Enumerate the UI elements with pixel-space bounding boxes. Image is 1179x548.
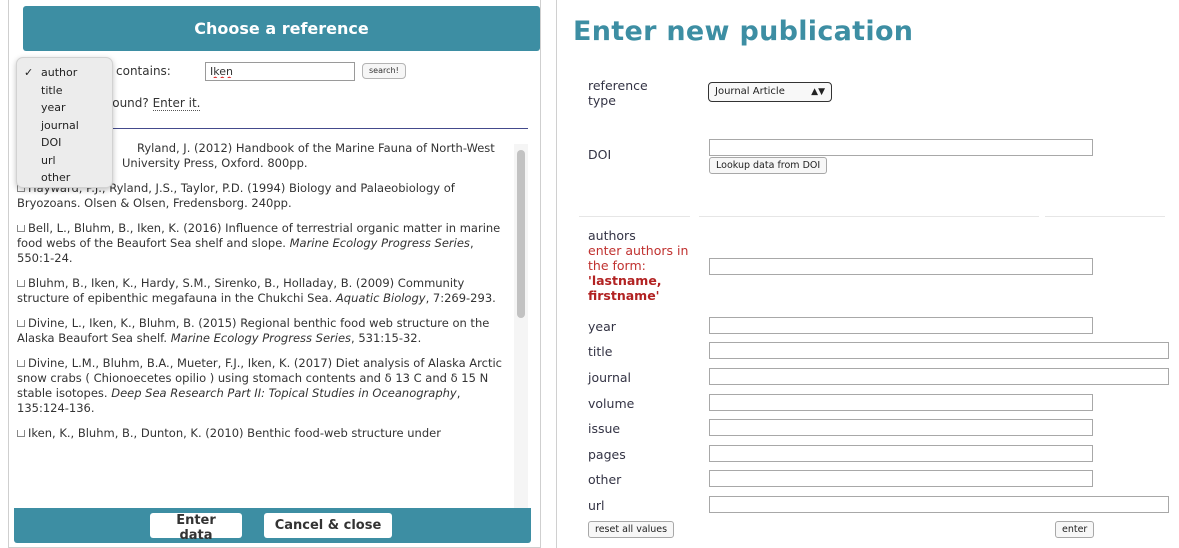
list-item[interactable]: Bell, L., Bluhm, B., Iken, K. (2016) Inf… <box>17 221 514 266</box>
checkbox[interactable] <box>17 320 25 327</box>
check-icon: ✓ <box>24 66 34 79</box>
reference-text: , 531:15-32. <box>351 331 422 345</box>
year-label: year <box>588 319 616 334</box>
doi-label: DOI <box>588 147 612 162</box>
contains-label: contains: <box>116 64 171 78</box>
scrollbar[interactable] <box>514 144 528 508</box>
enter-it-link[interactable]: Enter it. <box>152 96 201 111</box>
reference-text: University Press, Oxford. 800pp. <box>122 156 308 170</box>
not-found-text: found? Enter it. <box>108 96 201 111</box>
journal-label: journal <box>588 370 632 385</box>
issue-label: issue <box>588 421 621 436</box>
search-input[interactable] <box>205 62 355 81</box>
dropdown-option-year[interactable]: year <box>17 99 112 117</box>
reference-journal: Marine Ecology Progress Series <box>289 236 470 250</box>
dropdown-option-journal[interactable]: journal <box>17 117 112 135</box>
other-field[interactable] <box>709 470 1093 487</box>
reference-journal: Marine Ecology Progress Series <box>170 331 352 345</box>
footer-bar: Enter data Cancel & close <box>14 508 531 543</box>
reset-all-values-button[interactable]: reset all values <box>588 521 675 538</box>
divider <box>1045 216 1165 217</box>
search-button[interactable]: search! <box>362 63 406 79</box>
divider <box>699 216 1039 217</box>
pages-label: pages <box>588 447 626 462</box>
divider <box>579 216 690 217</box>
title-field[interactable] <box>709 342 1169 359</box>
list-item[interactable]: Divine, L., Iken, K., Bluhm, B. (2015) R… <box>17 316 514 346</box>
doi-field[interactable] <box>709 139 1093 156</box>
authors-label: authors enter authors in the form: 'last… <box>588 228 698 303</box>
page-title: Enter new publication <box>573 16 914 47</box>
year-field[interactable] <box>709 317 1093 334</box>
new-publication-panel: Enter new publication reference type Jou… <box>556 0 1179 548</box>
enter-data-button[interactable]: Enter data <box>150 513 242 543</box>
reference-text: Iken, K., Bluhm, B., Dunton, K. (2010) B… <box>28 426 441 440</box>
reference-type-label: reference type <box>588 78 648 108</box>
pages-field[interactable] <box>709 445 1093 462</box>
checkbox[interactable] <box>17 225 25 232</box>
dropdown-option-author[interactable]: ✓ author <box>17 64 112 82</box>
dropdown-option-doi[interactable]: DOI <box>17 134 112 152</box>
authors-hint: enter authors in the form: <box>588 243 689 273</box>
checkbox[interactable] <box>17 360 25 367</box>
list-item[interactable]: Iken, K., Bluhm, B., Dunton, K. (2010) B… <box>17 426 514 441</box>
cancel-close-button[interactable]: Cancel & close <box>264 513 392 538</box>
dropdown-option-title[interactable]: title <box>17 82 112 100</box>
scrollbar-thumb[interactable] <box>517 150 525 318</box>
reference-journal: Deep Sea Research Part II: Topical Studi… <box>111 386 457 400</box>
dropdown-option-other[interactable]: other <box>17 169 112 187</box>
reference-list: Ryland, J. (2012) Handbook of the Marine… <box>17 138 514 508</box>
title-label: title <box>588 344 613 359</box>
select-arrows-icon: ▲▼ <box>811 87 825 97</box>
reference-chooser-title: Choose a reference <box>194 19 369 38</box>
url-field[interactable] <box>709 496 1169 513</box>
list-item[interactable]: Divine, L.M., Bluhm, B.A., Mueter, F.J.,… <box>17 356 514 416</box>
volume-field[interactable] <box>709 394 1093 411</box>
checkbox[interactable] <box>17 430 25 437</box>
checkbox[interactable] <box>17 280 25 287</box>
reference-text: Ryland, J. (2012) Handbook of the Marine… <box>137 141 495 155</box>
authors-field[interactable] <box>709 258 1093 275</box>
issue-field[interactable] <box>709 419 1093 436</box>
reference-type-select[interactable]: Journal Article ▲▼ <box>708 82 832 102</box>
journal-field[interactable] <box>709 368 1169 385</box>
reference-text: , 7:269-293. <box>425 291 496 305</box>
reference-chooser-header: Choose a reference <box>23 6 540 51</box>
authors-format-hint: 'lastname, firstname' <box>588 273 662 303</box>
other-label: other <box>588 472 622 487</box>
search-field-dropdown[interactable]: ✓ author title year journal DOI url other <box>16 57 113 188</box>
list-item[interactable]: Bluhm, B., Iken, K., Hardy, S.M., Sirenk… <box>17 276 514 306</box>
lookup-doi-button[interactable]: Lookup data from DOI <box>709 157 828 174</box>
reference-journal: Aquatic Biology <box>335 291 426 305</box>
not-found-prefix: found? <box>108 96 149 110</box>
enter-button[interactable]: enter <box>1055 521 1095 538</box>
volume-label: volume <box>588 396 635 411</box>
reference-type-value: Journal Article <box>715 86 785 97</box>
dropdown-option-url[interactable]: url <box>17 152 112 170</box>
url-label: url <box>588 498 605 513</box>
